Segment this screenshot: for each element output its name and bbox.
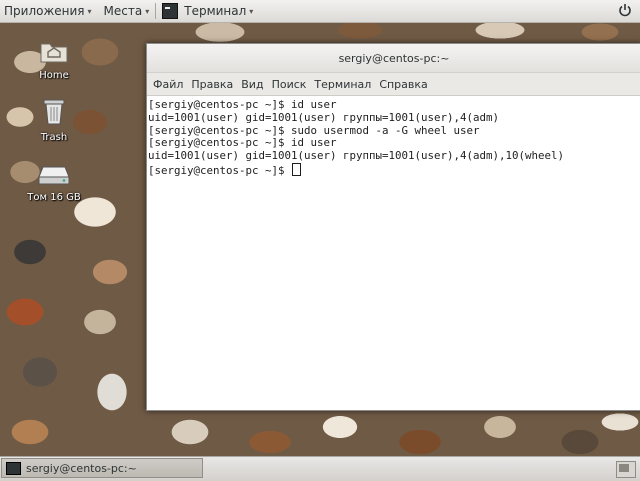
menu-search[interactable]: Поиск — [268, 78, 311, 91]
terminal-line: uid=1001(user) gid=1001(user) группы=100… — [148, 149, 565, 163]
desktop-icon-label: Том 16 GB — [27, 192, 81, 203]
menu-terminal[interactable]: Терминал — [310, 78, 375, 91]
desktop-icon-label: Home — [39, 70, 69, 81]
taskbar-window-label: sergiy@centos-pc:~ — [26, 461, 137, 475]
taskbar-window-button[interactable]: sergiy@centos-pc:~ — [1, 458, 203, 478]
text-cursor — [292, 162, 302, 176]
menu-view[interactable]: Вид — [237, 78, 267, 91]
chevron-down-icon: ▾ — [145, 6, 150, 16]
terminal-menubar: Файл Правка Вид Поиск Терминал Справка — [147, 73, 640, 96]
menu-file[interactable]: Файл — [149, 78, 187, 91]
terminal-prompt: [sergiy@centos-pc ~]$ — [148, 163, 292, 177]
workspace-switcher[interactable] — [616, 461, 636, 478]
top-panel: Приложения ▾ Места ▾ Терминал ▾ — [0, 0, 640, 23]
applications-menu-label: Приложения — [4, 4, 85, 18]
terminal-output[interactable]: [sergiy@centos-pc ~]$ id user uid=1001(us… — [147, 96, 640, 181]
places-menu[interactable]: Места ▾ — [98, 0, 156, 22]
terminal-titlebar[interactable]: sergiy@centos-pc:~ — [147, 44, 640, 73]
places-menu-label: Места — [103, 4, 143, 18]
window-title: sergiy@centos-pc:~ — [338, 51, 450, 65]
desktop-icon-home[interactable]: Home — [24, 38, 84, 81]
chevron-down-icon: ▾ — [87, 6, 92, 16]
terminal-window[interactable]: sergiy@centos-pc:~ Файл Правка Вид Поиск… — [146, 43, 640, 411]
drive-icon — [38, 166, 70, 185]
chevron-down-icon: ▾ — [249, 6, 254, 16]
home-folder-icon — [40, 43, 68, 63]
terminal-prompt-line[interactable]: [sergiy@centos-pc ~]$ — [148, 162, 640, 178]
desktop-icon-trash[interactable]: Trash — [24, 96, 84, 143]
menu-help[interactable]: Справка — [375, 78, 431, 91]
terminal-line: [sergiy@centos-pc ~]$ id user — [148, 98, 337, 111]
active-app-menu[interactable]: Терминал ▾ — [156, 0, 259, 22]
desktop-icon-volume[interactable]: Том 16 GB — [24, 164, 84, 203]
bottom-panel: sergiy@centos-pc:~ — [0, 456, 640, 481]
terminal-line: uid=1001(user) gid=1001(user) группы=100… — [148, 110, 500, 124]
trash-icon — [43, 99, 65, 125]
desktop-icon-label: Trash — [40, 132, 68, 143]
terminal-icon — [6, 461, 21, 475]
power-icon[interactable] — [618, 3, 632, 17]
menu-edit[interactable]: Правка — [187, 78, 237, 91]
terminal-icon — [162, 3, 179, 19]
active-app-label: Терминал — [184, 4, 247, 18]
applications-menu[interactable]: Приложения ▾ — [0, 0, 98, 22]
